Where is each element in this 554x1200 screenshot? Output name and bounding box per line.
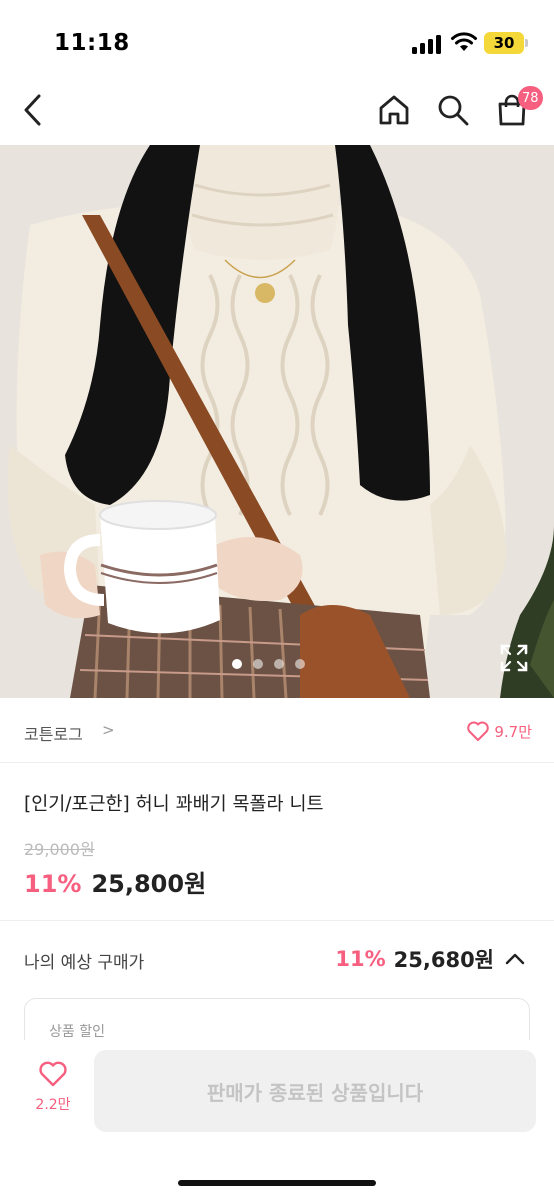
gallery-dot[interactable] [253,659,263,669]
heart-icon [467,721,490,741]
brand-like-count: 9.7만 [494,722,532,741]
home-button[interactable] [374,90,414,130]
expand-button[interactable] [498,642,530,674]
expected-price-label: 나의 예상 구매가 [24,953,145,973]
battery-icon: 30 [484,32,524,54]
brand-row: 코튼로그 > 9.7만 [0,700,554,763]
chevron-right-icon: > [102,721,115,739]
original-price: 29,000원 [24,840,95,859]
sold-out-label: 판매가 종료된 상품입니다 [206,1080,424,1105]
expected-price: 25,680원 [393,948,494,972]
back-button[interactable] [14,90,54,130]
chevron-up-icon [505,953,525,965]
section-divider [0,920,554,921]
favorite-button[interactable]: 2.2만 [24,1060,82,1126]
brand-link[interactable]: 코튼로그 [24,721,83,745]
back-arrow-icon [24,94,41,126]
discount-rate: 11% [24,870,82,898]
gallery-indicator [232,659,305,669]
search-button[interactable] [433,90,473,130]
product-discount-label: 상품 할인 [49,1024,105,1040]
gallery-dot[interactable] [232,659,242,669]
expand-icon [500,644,528,672]
cart-badge: 78 [518,86,543,110]
expected-price-toggle[interactable]: 11% 25,680원 [335,944,528,974]
expected-discount: 11% [335,947,386,971]
status-bar: 11:18 30 [0,0,554,88]
gallery-dot[interactable] [295,659,305,669]
brand-like-button[interactable]: 9.7만 [466,720,532,742]
product-image[interactable] [0,145,554,698]
search-icon [438,95,469,126]
wifi-icon [451,32,477,51]
heart-icon [39,1061,67,1087]
product-photo [0,145,554,698]
home-indicator [178,1180,376,1186]
battery-level: 30 [493,34,515,52]
status-time: 11:18 [54,30,130,56]
gallery-dot[interactable] [274,659,284,669]
sold-out-button: 판매가 종료된 상품입니다 [94,1050,536,1132]
bottom-action-bar: 2.2만 판매가 종료된 상품입니다 [0,1040,554,1200]
home-icon [379,95,409,125]
product-title: [인기/포근한] 허니 꽈배기 목폴라 니트 [24,794,324,815]
top-nav [0,78,554,144]
favorite-count: 2.2만 [35,1097,71,1113]
sale-price-row: 11% 25,800원 [24,864,206,899]
sale-price: 25,800원 [91,870,207,898]
signal-icon [412,34,442,54]
